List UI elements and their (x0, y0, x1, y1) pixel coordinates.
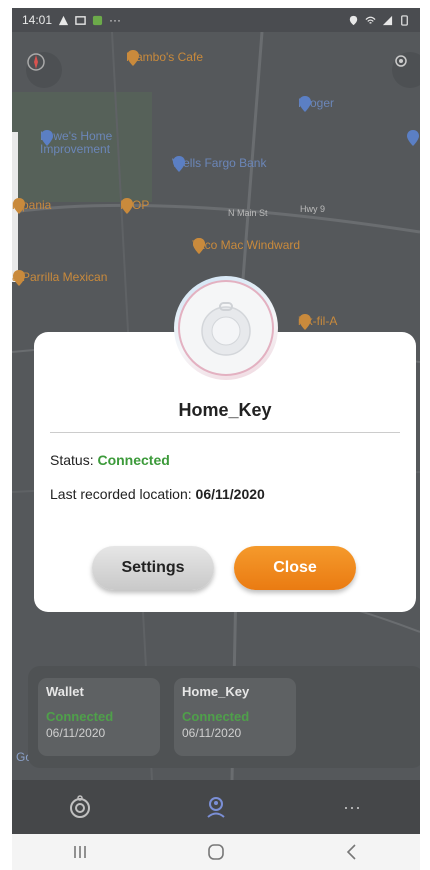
signal-icon (382, 15, 393, 25)
device-status: Connected (182, 709, 250, 724)
map-place[interactable]: Wells Fargo Bank (172, 156, 266, 172)
restaurant-pin-icon (13, 198, 25, 214)
status-value: Connected (97, 452, 170, 468)
settings-button[interactable]: Settings (92, 546, 214, 590)
location-icon (349, 15, 358, 25)
recent-apps-icon[interactable] (70, 844, 90, 860)
map-place[interactable]: mpania (12, 198, 51, 214)
divider (50, 432, 400, 433)
street-label: Hwy 9 (300, 204, 326, 214)
map-place[interactable]: Taco Mac Windward (192, 238, 300, 254)
map-place[interactable]: Kroger (298, 96, 334, 112)
dialog-title: Home_Key (178, 400, 272, 420)
device-avatar (174, 276, 278, 380)
bank-pin-icon (173, 156, 185, 172)
my-location-button[interactable] (392, 52, 420, 88)
wifi-icon (365, 16, 376, 24)
compass-button[interactable] (26, 52, 62, 88)
map-place[interactable]: Lowe's Home Improvement (40, 130, 112, 156)
device-name: Wallet (46, 684, 84, 699)
map-place[interactable]: a Parrilla Mexican (12, 270, 107, 286)
compass-icon (27, 53, 45, 71)
map-place[interactable]: Mambo's Cafe (126, 50, 203, 66)
image-icon (75, 15, 86, 25)
close-button[interactable]: Close (234, 546, 356, 590)
shopping-pin-icon (299, 96, 311, 112)
home-icon[interactable] (206, 843, 226, 861)
battery-icon (401, 14, 408, 26)
device-status: Connected (46, 709, 114, 724)
device-date: 06/11/2020 (46, 726, 106, 740)
shopping-pin-icon (407, 130, 419, 146)
system-nav-bar (12, 834, 420, 870)
more-dots: ··· (109, 13, 122, 27)
device-card-wallet[interactable]: Wallet Connected 06/11/2020 (38, 678, 160, 756)
devices-panel: Wallet Connected 06/11/2020 Home_Key Con… (28, 666, 420, 768)
map-place[interactable]: ick-fil-A (298, 314, 337, 330)
restaurant-pin-icon (193, 238, 205, 254)
device-name: Home_Key (182, 684, 250, 699)
more-icon: ··· (343, 796, 361, 817)
status-bar: 14:01 ··· (12, 8, 420, 32)
tracker-tag-icon (201, 302, 251, 356)
app-tab-bar: ··· (12, 780, 420, 834)
street-label: N Main St (228, 208, 268, 218)
restaurant-pin-icon (121, 198, 133, 214)
location-row: Last recorded location: 06/11/2020 (50, 486, 265, 502)
location-value: 06/11/2020 (195, 486, 265, 502)
my-location-icon (395, 55, 407, 67)
map-place[interactable]: IHOP (120, 198, 149, 214)
status-row: Status: Connected (50, 452, 170, 468)
device-card-home-key[interactable]: Home_Key Connected 06/11/2020 (174, 678, 296, 756)
status-label: Status: (50, 452, 98, 468)
tracker-device-icon (70, 795, 90, 818)
location-label: Last recorded location: (50, 486, 196, 502)
status-time: 14:01 (22, 13, 53, 27)
device-date: 06/11/2020 (182, 726, 242, 740)
tab-location[interactable] (196, 787, 236, 827)
app-icon (92, 15, 103, 25)
device-image (178, 280, 274, 376)
restaurant-pin-icon (127, 50, 139, 66)
restaurant-pin-icon (13, 270, 25, 286)
shopping-pin-icon (41, 130, 53, 146)
tab-more[interactable]: ··· (332, 787, 372, 827)
location-person-icon (207, 797, 225, 818)
alert-icon (58, 15, 69, 25)
restaurant-pin-icon (299, 314, 311, 330)
tab-devices[interactable] (60, 787, 100, 827)
back-icon[interactable] (342, 843, 362, 861)
